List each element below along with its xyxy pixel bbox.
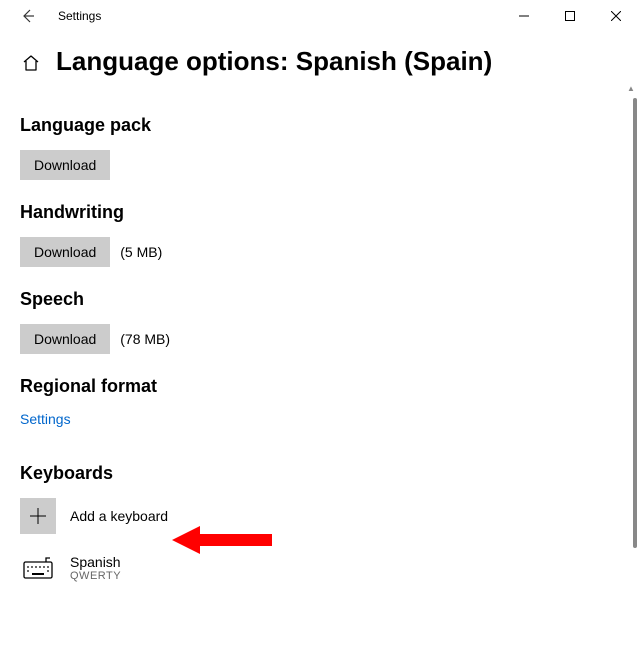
app-title: Settings <box>58 9 101 23</box>
language-pack-download-button[interactable]: Download <box>20 150 110 180</box>
titlebar: Settings <box>0 0 639 32</box>
scrollbar-thumb[interactable] <box>633 98 637 548</box>
regional-settings-link[interactable]: Settings <box>20 411 71 427</box>
keyboard-layout: QWERTY <box>70 570 121 582</box>
keyboard-icon-box <box>20 550 56 586</box>
handwriting-download-button[interactable]: Download <box>20 237 110 267</box>
speech-heading: Speech <box>20 289 619 310</box>
plus-icon-box <box>20 498 56 534</box>
speech-size-label: (78 MB) <box>120 331 170 347</box>
scrollbar[interactable]: ▲ <box>625 84 637 624</box>
maximize-icon <box>565 11 575 21</box>
keyboard-item-labels: Spanish QWERTY <box>70 554 121 582</box>
minimize-icon <box>519 11 529 21</box>
handwriting-heading: Handwriting <box>20 202 619 223</box>
back-button[interactable] <box>8 0 48 32</box>
regional-format-heading: Regional format <box>20 376 619 397</box>
keyboard-icon <box>23 557 53 579</box>
add-keyboard-button[interactable]: Add a keyboard <box>20 498 619 534</box>
minimize-button[interactable] <box>501 0 547 32</box>
handwriting-size-label: (5 MB) <box>120 244 162 260</box>
keyboard-item-spanish[interactable]: Spanish QWERTY <box>20 550 619 586</box>
plus-icon <box>28 506 48 526</box>
content-area: Language pack Download Handwriting Downl… <box>0 85 639 586</box>
keyboard-name: Spanish <box>70 554 121 570</box>
page-title: Language options: Spanish (Spain) <box>56 46 492 77</box>
back-arrow-icon <box>20 8 36 24</box>
keyboards-heading: Keyboards <box>20 463 619 484</box>
maximize-button[interactable] <box>547 0 593 32</box>
home-icon <box>22 54 40 72</box>
speech-download-button[interactable]: Download <box>20 324 110 354</box>
page-header: Language options: Spanish (Spain) <box>0 32 639 85</box>
home-button[interactable] <box>20 52 42 74</box>
close-button[interactable] <box>593 0 639 32</box>
window-controls <box>501 0 639 32</box>
close-icon <box>611 11 621 21</box>
add-keyboard-label: Add a keyboard <box>70 508 168 524</box>
scroll-up-icon: ▲ <box>625 84 637 93</box>
language-pack-heading: Language pack <box>20 115 619 136</box>
